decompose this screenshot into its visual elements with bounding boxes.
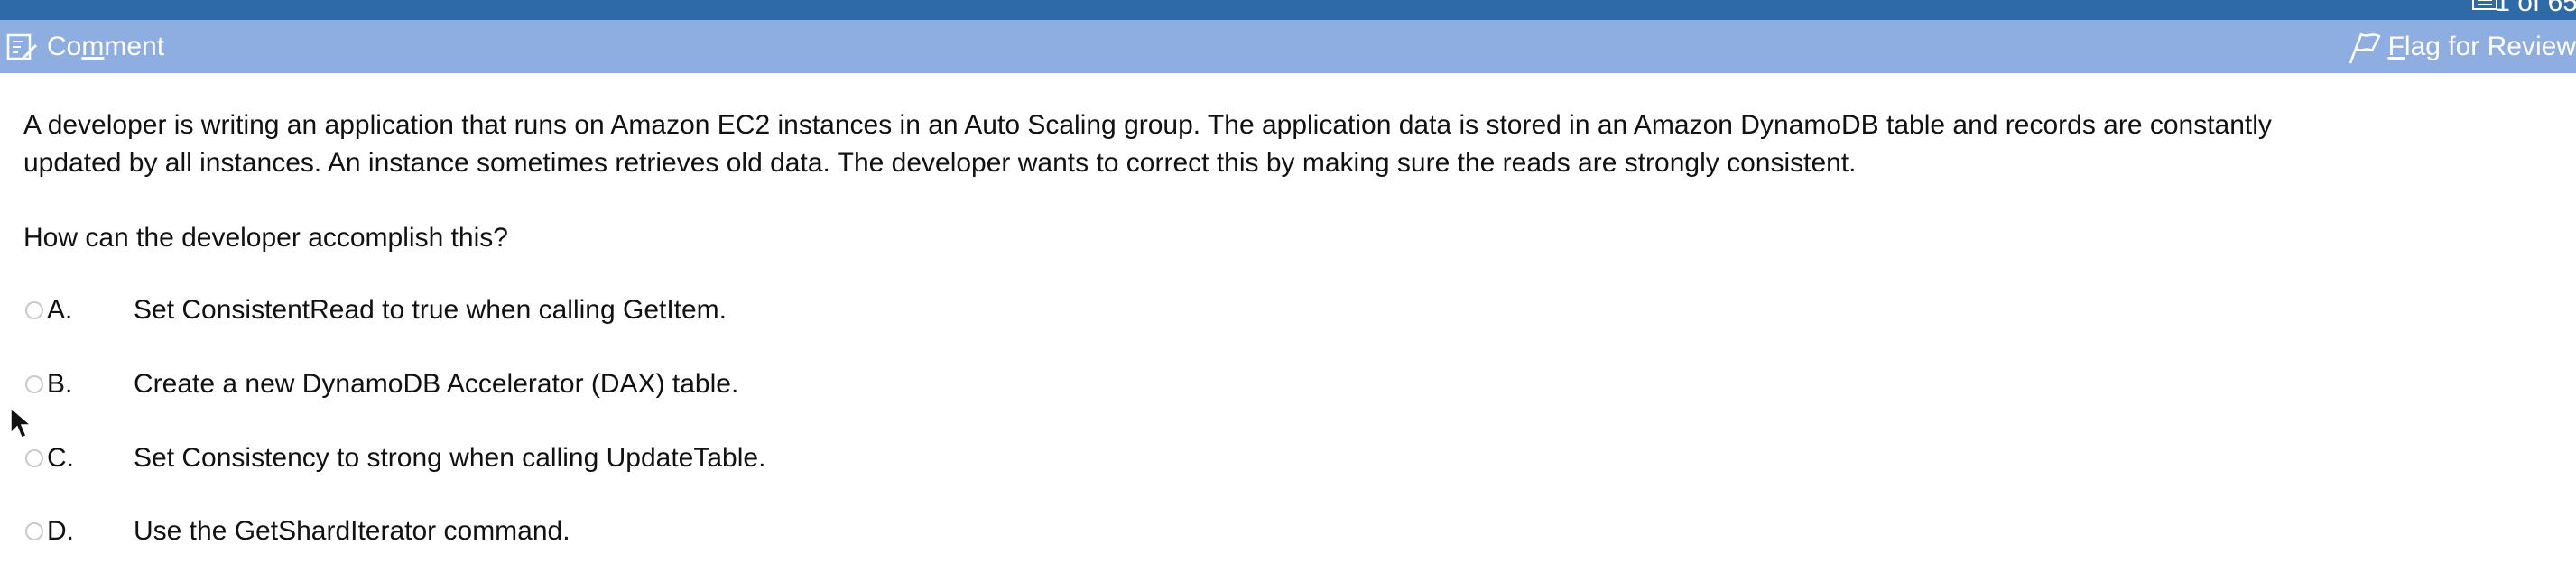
question-stem-line-1: A developer is writing an application th…	[23, 110, 2272, 140]
option-text: Set Consistency to strong when calling U…	[134, 443, 766, 473]
mouse-pointer-icon	[10, 406, 32, 438]
answer-option-d[interactable]: D. Use the GetShardIterator command.	[25, 512, 570, 550]
comment-label-accesskey: m	[81, 32, 105, 61]
option-letter: D.	[47, 516, 74, 546]
comment-label-suffix: ment	[104, 32, 165, 61]
answer-option-b[interactable]: B. Create a new DynamoDB Accelerator (DA…	[25, 365, 738, 403]
flag-for-review-button[interactable]: Flag for Review	[2345, 29, 2576, 65]
radio-button[interactable]	[25, 301, 43, 319]
option-text: Set ConsistentRead to true when calling …	[134, 295, 727, 325]
radio-button[interactable]	[25, 375, 43, 393]
question-stem: A developer is writing an application th…	[23, 106, 2542, 182]
comment-label-prefix: Co	[47, 32, 82, 61]
answer-option-a[interactable]: A. Set ConsistentRead to true when calli…	[25, 291, 727, 329]
radio-button[interactable]	[25, 449, 43, 467]
option-text: Create a new DynamoDB Accelerator (DAX) …	[134, 369, 739, 399]
flag-icon	[2349, 32, 2380, 64]
comment-button[interactable]: Co m ment	[5, 29, 164, 65]
flag-label-accesskey: F	[2387, 32, 2405, 61]
answer-option-c[interactable]: C. Set Consistency to strong when callin…	[25, 439, 765, 477]
option-letter: C.	[47, 443, 74, 473]
option-letter: A.	[47, 295, 73, 325]
option-letter: B.	[47, 369, 73, 399]
question-toolbar: Co m ment Flag for Review	[0, 20, 2576, 73]
exam-header-bar: 1 of 65	[0, 0, 2576, 20]
question-stem-line-2: updated by all instances. An instance so…	[23, 148, 1857, 178]
radio-button[interactable]	[25, 522, 43, 540]
comment-icon	[6, 33, 37, 60]
question-prompt: How can the developer accomplish this?	[23, 223, 508, 253]
flag-label-suffix: lag for Review	[2404, 32, 2576, 61]
question-counter: 1 of 65	[2495, 0, 2576, 17]
option-text: Use the GetShardIterator command.	[134, 516, 570, 546]
